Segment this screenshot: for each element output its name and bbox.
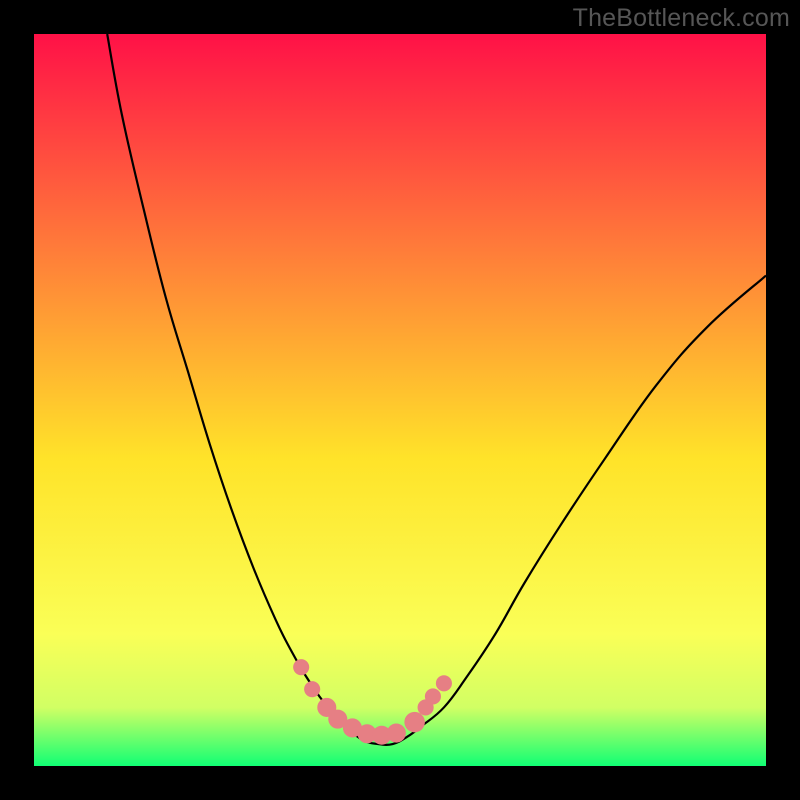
data-marker bbox=[293, 659, 309, 675]
data-marker bbox=[425, 688, 441, 704]
data-marker bbox=[304, 681, 320, 697]
data-marker bbox=[436, 675, 452, 691]
watermark-text: TheBottleneck.com bbox=[573, 4, 790, 33]
chart-svg bbox=[34, 34, 766, 766]
bottleneck-chart bbox=[34, 34, 766, 766]
gradient-background bbox=[34, 34, 766, 766]
data-marker bbox=[404, 712, 424, 732]
data-marker bbox=[387, 724, 406, 743]
